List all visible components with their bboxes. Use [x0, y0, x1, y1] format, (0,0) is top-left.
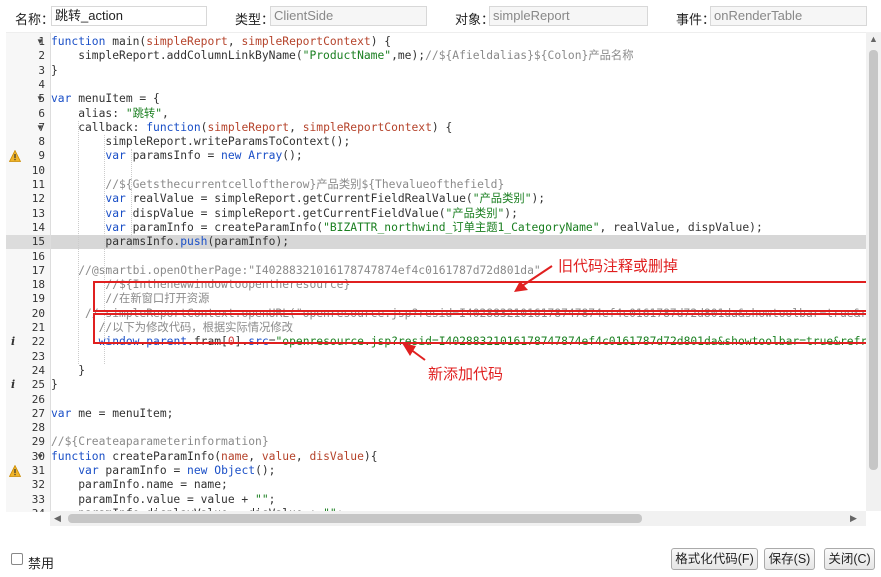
close-button[interactable]: 关闭(C): [824, 548, 875, 570]
code-line[interactable]: callback: function(simpleReport, simpleR…: [51, 121, 452, 135]
code-line[interactable]: simpleReport.writeParamsToContext();: [51, 135, 350, 149]
code-line[interactable]: }: [51, 64, 58, 78]
scroll-left-arrow-icon[interactable]: ◀: [54, 511, 61, 526]
line-number: 21: [31, 321, 45, 334]
line-number: 14: [31, 220, 45, 234]
vertical-scroll-thumb[interactable]: [869, 50, 878, 470]
line-number: 29: [31, 435, 45, 449]
fold-arrow-icon[interactable]: ▼: [36, 35, 44, 49]
code-line[interactable]: var paramInfo = createParamInfo("BIZATTR…: [51, 221, 762, 235]
code-line[interactable]: }: [51, 364, 85, 378]
code-line[interactable]: paramsInfo.push(paramInfo);: [51, 235, 289, 249]
properties-bar: 名称： 跳转_action 类型： ClientSide 对象： simpleR…: [0, 0, 881, 32]
line-number: 27: [31, 406, 45, 420]
new-code-annotation: 新添加代码: [428, 366, 504, 383]
line-number: 17: [31, 263, 45, 277]
disable-checkbox[interactable]: [11, 553, 23, 565]
warning-icon: [9, 150, 21, 163]
code-line[interactable]: simpleReport.addColumnLinkByName("Produc…: [51, 49, 633, 63]
code-line[interactable]: var paramsInfo = new Array();: [51, 149, 302, 163]
code-line[interactable]: function createParamInfo(name, value, di…: [51, 450, 378, 464]
code-line[interactable]: paramInfo.name = name;: [51, 478, 228, 492]
code-line[interactable]: //${Getsthecurrentcelloftherow}产品类别${The…: [51, 178, 504, 192]
code-line[interactable]: //${Createaparameterinformation}: [51, 435, 269, 449]
line-number: 8: [38, 135, 45, 149]
line-number: 15: [6, 235, 50, 250]
info-icon: i: [11, 335, 16, 349]
line-number: 10: [31, 163, 45, 177]
line-number: 23: [31, 349, 45, 363]
line-number: 19: [31, 292, 45, 306]
code-area[interactable]: function main(simpleReport, simpleReport…: [51, 33, 866, 512]
fold-arrow-icon[interactable]: ▼: [36, 121, 44, 135]
old-code-annotation: 旧代码注释或删掉: [558, 258, 679, 275]
name-input[interactable]: 跳转_action: [51, 6, 207, 26]
line-number: 11: [31, 178, 45, 191]
code-line[interactable]: var dispValue = simpleReport.getCurrentF…: [51, 207, 517, 221]
new-code-highlight-box: [93, 313, 870, 344]
code-line[interactable]: alias: "跳转",: [51, 107, 169, 121]
fold-arrow-icon[interactable]: ▼: [36, 450, 44, 464]
line-number: 24: [31, 363, 45, 377]
line-number: 6: [38, 106, 45, 120]
code-line[interactable]: }: [51, 378, 58, 392]
line-number: 32: [31, 478, 45, 492]
format-code-button[interactable]: 格式化代码(F): [671, 548, 758, 570]
line-number: 13: [31, 206, 45, 220]
line-number: 16: [31, 249, 45, 263]
old-code-highlight-box: [93, 281, 870, 312]
line-number: 12: [31, 192, 45, 206]
scroll-up-arrow-icon[interactable]: ▲: [869, 32, 878, 47]
code-line[interactable]: var paramInfo = new Object();: [51, 464, 275, 478]
code-line[interactable]: //@smartbi.openOtherPage:"I4028832101617…: [51, 264, 541, 278]
horizontal-scroll-thumb[interactable]: [68, 514, 642, 523]
line-number: 4: [38, 77, 45, 91]
event-field: onRenderTable: [710, 6, 867, 26]
disable-label: 禁用: [28, 556, 55, 571]
object-field: simpleReport: [489, 6, 648, 26]
info-icon: i: [11, 378, 16, 392]
line-number: 34: [6, 507, 50, 512]
fold-arrow-icon[interactable]: ▼: [36, 92, 44, 106]
code-line[interactable]: paramInfo.value = value + "";: [51, 493, 275, 507]
scroll-right-arrow-icon[interactable]: ▶: [850, 511, 857, 526]
name-label: 名称：: [15, 12, 55, 27]
vertical-scrollbar[interactable]: ▲: [866, 32, 881, 511]
type-field: ClientSide: [270, 6, 427, 26]
type-label: 类型：: [235, 12, 275, 27]
code-line[interactable]: function main(simpleReport, simpleReport…: [51, 35, 391, 49]
line-number: 2: [38, 49, 45, 63]
line-number: 18: [31, 278, 45, 292]
horizontal-scrollbar[interactable]: ◀ ▶: [50, 511, 866, 526]
save-button[interactable]: 保存(S): [764, 548, 815, 570]
line-number: 3: [38, 63, 45, 77]
code-line[interactable]: var me = menuItem;: [51, 407, 173, 421]
footer-bar: 禁用 格式化代码(F) 保存(S) 关闭(C): [0, 540, 881, 577]
warning-icon: [9, 465, 21, 477]
line-gutter: 1 ▼ 2 3 4 5 ▼ 6 7 ▼ 8 9 10 11 12 13 14 15 16 17 18 19 20 21 22 i 2…: [6, 33, 51, 512]
line-number: 20: [31, 306, 45, 320]
code-line[interactable]: var realValue = simpleReport.getCurrentF…: [51, 192, 545, 206]
line-number: 26: [31, 392, 45, 406]
code-editor[interactable]: 1 ▼ 2 3 4 5 ▼ 6 7 ▼ 8 9 10 11 12 13 14 15 16 17 18 19 20 21 22 i 2…: [6, 32, 866, 512]
line-number: 28: [31, 421, 45, 435]
code-line[interactable]: var menuItem = {: [51, 92, 160, 106]
line-number: 33: [31, 492, 45, 506]
